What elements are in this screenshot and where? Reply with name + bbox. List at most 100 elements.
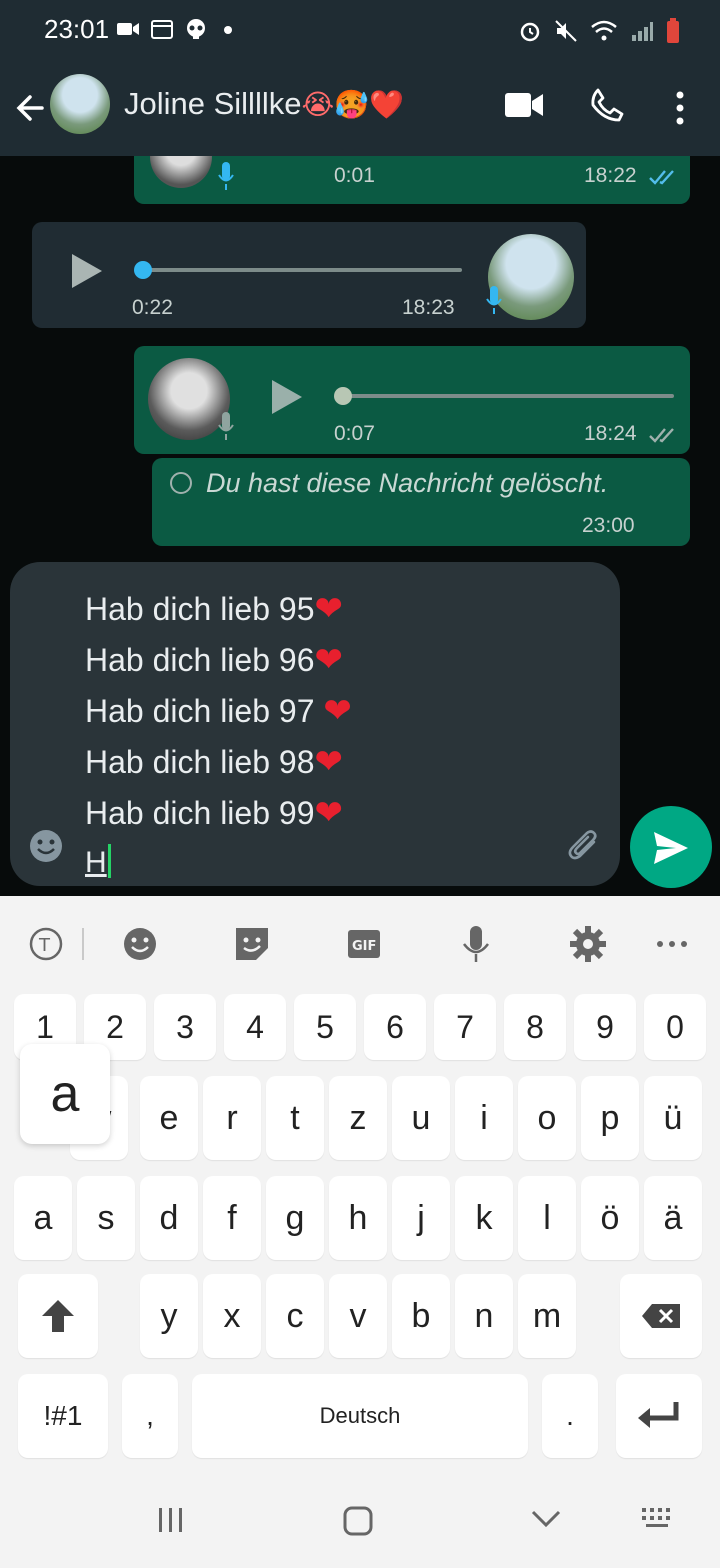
key-j[interactable]: j [392, 1176, 450, 1260]
voice-progress-track[interactable] [142, 268, 462, 272]
status-bar: 23:01 [0, 0, 720, 60]
enter-key[interactable] [616, 1374, 702, 1458]
contact-name[interactable]: Joline Sillllke😭🥵❤️ [124, 86, 404, 122]
key-3[interactable]: 3 [154, 994, 216, 1060]
input-line: Hab dich lieb 98❤ [85, 742, 343, 782]
settings-gear-icon[interactable] [568, 924, 608, 964]
wifi-icon [591, 20, 617, 41]
voice-message-in[interactable]: 0:22 18:23 [32, 222, 586, 328]
space-key[interactable]: Deutsch [192, 1374, 528, 1458]
voice-call-icon[interactable] [590, 88, 624, 122]
shift-arrow-icon [42, 1300, 74, 1332]
input-line: Hab dich lieb 95❤ [85, 589, 343, 629]
key-b[interactable]: b [392, 1274, 450, 1358]
key-y[interactable]: y [140, 1274, 198, 1358]
input-current-text[interactable]: H [85, 844, 111, 880]
emoji-keyboard-icon[interactable] [120, 924, 160, 964]
microphone-icon [486, 286, 502, 314]
key-r[interactable]: r [203, 1076, 261, 1160]
svg-text:GIF: GIF [352, 939, 376, 954]
send-button[interactable] [630, 806, 712, 888]
key-e[interactable]: e [140, 1076, 198, 1160]
key-ae[interactable]: ä [644, 1176, 702, 1260]
gif-icon[interactable]: GIF [344, 924, 384, 964]
key-x[interactable]: x [203, 1274, 261, 1358]
signal-icon [632, 22, 653, 41]
read-receipt-icon [649, 170, 674, 185]
microphone-icon [218, 412, 234, 440]
shift-key[interactable] [18, 1274, 98, 1358]
key-g[interactable]: g [266, 1176, 324, 1260]
key-5[interactable]: 5 [294, 994, 356, 1060]
play-icon[interactable] [270, 378, 304, 416]
text-cursor [107, 844, 111, 878]
voice-progress-track[interactable] [344, 394, 674, 398]
key-n[interactable]: n [455, 1274, 513, 1358]
message-time: 18:22 [584, 164, 637, 187]
voice-input-icon[interactable] [456, 924, 496, 964]
hide-keyboard-chevron-icon[interactable] [530, 1506, 562, 1530]
backspace-key[interactable] [620, 1274, 702, 1358]
key-z[interactable]: z [329, 1076, 387, 1160]
attach-icon[interactable] [566, 828, 602, 864]
notification-dot-icon [224, 26, 232, 34]
chat-header: Joline Sillllke😭🥵❤️ [0, 60, 720, 156]
key-d[interactable]: d [140, 1176, 198, 1260]
more-icon[interactable] [652, 924, 692, 964]
voice-duration: 0:01 [334, 164, 375, 187]
status-right-icons [518, 18, 680, 44]
input-line: Hab dich lieb 97 ❤ [85, 691, 352, 731]
key-o[interactable]: o [518, 1076, 576, 1160]
key-f[interactable]: f [203, 1176, 261, 1260]
mute-icon [555, 20, 577, 42]
more-options-icon[interactable] [670, 90, 690, 126]
key-oe[interactable]: ö [581, 1176, 639, 1260]
voice-message-out-2[interactable]: 0:07 18:24 [134, 346, 690, 454]
key-t[interactable]: t [266, 1076, 324, 1160]
backspace-icon [642, 1304, 680, 1328]
symbols-key[interactable]: !#1 [18, 1374, 108, 1458]
read-receipt-icon [649, 428, 674, 443]
period-key[interactable]: . [542, 1374, 598, 1458]
key-p[interactable]: p [581, 1076, 639, 1160]
key-v[interactable]: v [329, 1274, 387, 1358]
key-6[interactable]: 6 [364, 994, 426, 1060]
key-ue[interactable]: ü [644, 1076, 702, 1160]
key-k[interactable]: k [455, 1176, 513, 1260]
voice-progress-knob[interactable] [134, 261, 152, 279]
text-prediction-icon[interactable]: T [26, 924, 66, 964]
contact-avatar[interactable] [50, 74, 110, 134]
key-i[interactable]: i [455, 1076, 513, 1160]
key-8[interactable]: 8 [504, 994, 566, 1060]
message-input[interactable]: Hab dich lieb 95❤ Hab dich lieb 96❤ Hab … [10, 562, 620, 886]
video-call-icon[interactable] [504, 90, 544, 120]
home-icon[interactable] [342, 1506, 374, 1536]
key-4[interactable]: 4 [224, 994, 286, 1060]
microphone-icon [218, 162, 234, 190]
key-c[interactable]: c [266, 1274, 324, 1358]
key-l[interactable]: l [518, 1176, 576, 1260]
voice-message-out-1[interactable]: 0:01 18:22 [134, 156, 690, 204]
back-arrow-icon[interactable] [14, 88, 46, 128]
key-h[interactable]: h [329, 1176, 387, 1260]
key-s[interactable]: s [77, 1176, 135, 1260]
key-m[interactable]: m [518, 1274, 576, 1358]
send-icon [654, 832, 688, 864]
emoji-icon[interactable] [28, 828, 64, 864]
deleted-message-text: Du hast diese Nachricht gelöscht. [206, 468, 609, 498]
play-icon[interactable] [70, 252, 104, 290]
video-recorder-icon [117, 23, 139, 35]
toolbar-divider [82, 928, 84, 960]
key-7[interactable]: 7 [434, 994, 496, 1060]
recent-apps-icon[interactable] [156, 1506, 186, 1534]
key-0[interactable]: 0 [644, 994, 706, 1060]
key-a[interactable]: a [14, 1176, 72, 1260]
sticker-icon[interactable] [232, 924, 272, 964]
key-u[interactable]: u [392, 1076, 450, 1160]
comma-key[interactable]: , [122, 1374, 178, 1458]
voice-progress-knob[interactable] [334, 387, 352, 405]
skull-icon [187, 19, 205, 39]
voice-duration: 0:22 [132, 296, 173, 319]
keyboard-switch-icon[interactable] [640, 1506, 676, 1530]
key-9[interactable]: 9 [574, 994, 636, 1060]
